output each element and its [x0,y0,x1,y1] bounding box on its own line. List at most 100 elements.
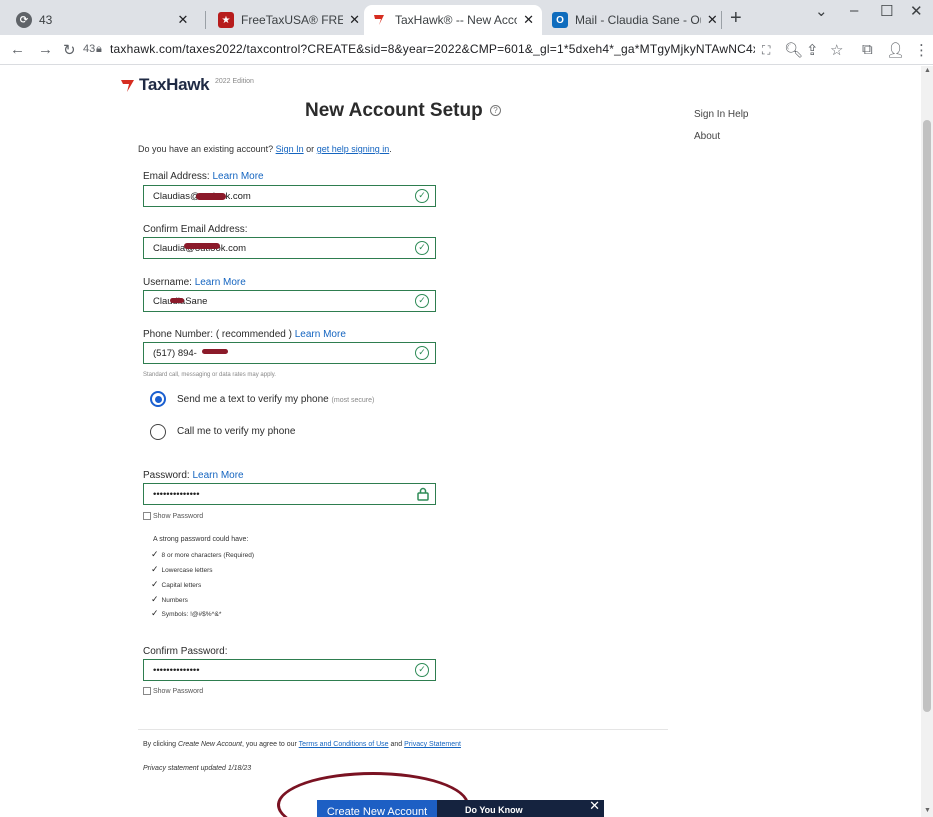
menu-kebab-icon[interactable]: ⋮ [914,41,929,59]
profile-avatar-icon[interactable]: 👤︎ [886,41,905,59]
bookmark-star-icon[interactable]: ☆ [830,41,843,59]
username-learn-more-link[interactable]: Learn More [195,277,246,288]
window-close-icon[interactable]: ✕ [910,2,923,20]
email-field[interactable]: Claudias@outlook.com ✓ [143,185,436,207]
password-label-text: Password: [143,470,190,481]
page-viewport: TaxHawk 2022 Edition New Account Setup ?… [0,66,921,817]
back-icon[interactable]: ← [10,41,25,58]
password-learn-more-link[interactable]: Learn More [192,470,243,481]
create-account-button[interactable]: Create New Account [317,800,437,817]
zoom-icon[interactable]: 🔍︎ [784,41,803,59]
terms-link[interactable]: Terms and Conditions of Use [299,741,389,748]
extensions-icon[interactable]: ⧉ [862,41,873,58]
email-learn-more-link[interactable]: Learn More [212,171,263,182]
strength-item: ✓ Capital letters [151,579,201,590]
valid-check-icon: ✓ [415,663,429,677]
call-verify-label[interactable]: Call me to verify my phone [177,426,295,437]
text-verify-label[interactable]: Send me a text to verify my phone (most … [177,394,374,405]
call-verify-radio[interactable] [150,424,166,440]
chevron-down-icon[interactable]: ⌄ [815,2,828,20]
confirm-password-field[interactable]: •••••••••••••• ✓ [143,659,436,681]
new-tab-button[interactable]: + [730,7,742,30]
password-value: •••••••••••••• [153,489,200,500]
tab-freetaxusa[interactable]: ★ FreeTaxUSA® FREE Tax Filing ✕ [210,5,368,35]
redaction-mark [184,243,220,249]
strength-item-text: Numbers [161,597,188,604]
strength-item-text: Symbols: !@#$%^&* [161,611,222,618]
close-icon[interactable]: ✕ [707,12,718,28]
confirm-password-value: •••••••••••••• [153,665,200,676]
scroll-down-icon[interactable]: ▼ [924,807,931,814]
checkmark-icon: ✓ [151,594,159,604]
sign-in-help-link[interactable]: Sign In Help [694,109,748,120]
terms-and: and [390,741,403,748]
email-label: Email Address: Learn More [143,171,264,182]
logo-text: TaxHawk [139,75,210,94]
tab-taxhawk[interactable]: TaxHawk® -- New Account Se ✕ [364,5,542,35]
terms-prefix: By clicking [143,741,177,748]
hawk-logo-icon [120,77,136,93]
maximize-icon[interactable]: ☐ [880,2,893,20]
outlook-icon: O [552,12,568,28]
taxhawk-logo[interactable]: TaxHawk [120,75,210,95]
username-field[interactable]: ClaudiaSane ✓ [143,290,436,312]
text-verify-label-text: Send me a text to verify my phone [177,394,329,405]
strength-item-text: Capital letters [161,582,202,589]
close-icon[interactable]: ✕ [589,798,600,814]
confirm-email-label: Confirm Email Address: [143,224,248,235]
history-icon: ⟳ [16,12,32,28]
sign-in-link[interactable]: Sign In [276,144,304,154]
forward-icon[interactable]: → [38,41,53,58]
show-confirm-password-label[interactable]: Show Password [153,688,203,695]
password-field[interactable]: •••••••••••••• [143,483,436,505]
divider [138,729,668,730]
confirm-email-field[interactable]: Claudia@outlook.com ✓ [143,237,436,259]
tab-history[interactable]: ⟳ 43 ✕ [8,5,198,35]
scroll-up-icon[interactable]: ▲ [924,67,931,74]
strength-item: ✓ Symbols: !@#$%^&* [151,608,221,619]
email-label-text: Email Address: [143,171,210,182]
share-icon[interactable]: ⇪ [806,41,819,59]
help-icon[interactable]: ? [489,105,501,117]
checkmark-icon: ✓ [151,608,159,618]
about-link[interactable]: About [694,131,720,142]
text-verify-radio[interactable] [150,391,166,407]
username-label: Username: Learn More [143,277,246,288]
account-setup-card [118,100,670,817]
taxhawk-favicon-icon [372,12,388,28]
scrollbar-thumb[interactable] [923,120,931,712]
get-help-link[interactable]: get help signing in [317,144,390,154]
tab-title: 43 [39,13,53,27]
redaction-mark [196,193,226,200]
phone-label: Phone Number: ( recommended ) Learn More [143,329,346,340]
reload-icon[interactable]: ↻ [63,41,76,59]
confirm-password-label: Confirm Password: [143,646,228,657]
lock-icon [416,487,430,501]
flag-icon: ★ [218,12,234,28]
period-text: . [389,144,392,154]
strength-item: ✓ 8 or more characters (Required) [151,549,254,560]
close-icon[interactable]: ✕ [349,12,360,28]
close-icon[interactable]: ✕ [176,12,190,28]
privacy-link[interactable]: Privacy Statement [404,741,461,748]
show-password-checkbox[interactable] [143,512,151,520]
did-you-know-text: Do You Know [465,805,523,815]
phone-learn-more-link[interactable]: Learn More [295,329,346,340]
close-icon[interactable]: ✕ [523,12,534,28]
password-label: Password: Learn More [143,470,244,481]
pending-check-icon: ✓ [415,346,429,360]
phone-field[interactable]: (517) 894- ✓ [143,342,436,364]
show-confirm-password-checkbox[interactable] [143,687,151,695]
checkmark-icon: ✓ [151,564,159,574]
minimize-icon[interactable]: – [850,2,858,19]
did-you-know-popup[interactable]: Do You Know ✕ [437,798,604,817]
show-password-label[interactable]: Show Password [153,513,203,520]
cast-icon[interactable]: ⛶ [762,43,770,58]
browser-toolbar: ← → ↻ 43 🔒︎ taxhawk.com/taxes2022/taxcon… [0,35,933,65]
strength-item-text: Lowercase letters [161,567,213,574]
strength-heading: A strong password could have: [153,536,249,543]
address-bar[interactable]: taxhawk.com/taxes2022/taxcontrol?CREATE&… [110,42,755,56]
valid-check-icon: ✓ [415,294,429,308]
lock-icon[interactable]: 🔒︎ [96,43,102,56]
tab-outlook[interactable]: O Mail - Claudia Sane - Outlook ✕ [544,5,726,35]
